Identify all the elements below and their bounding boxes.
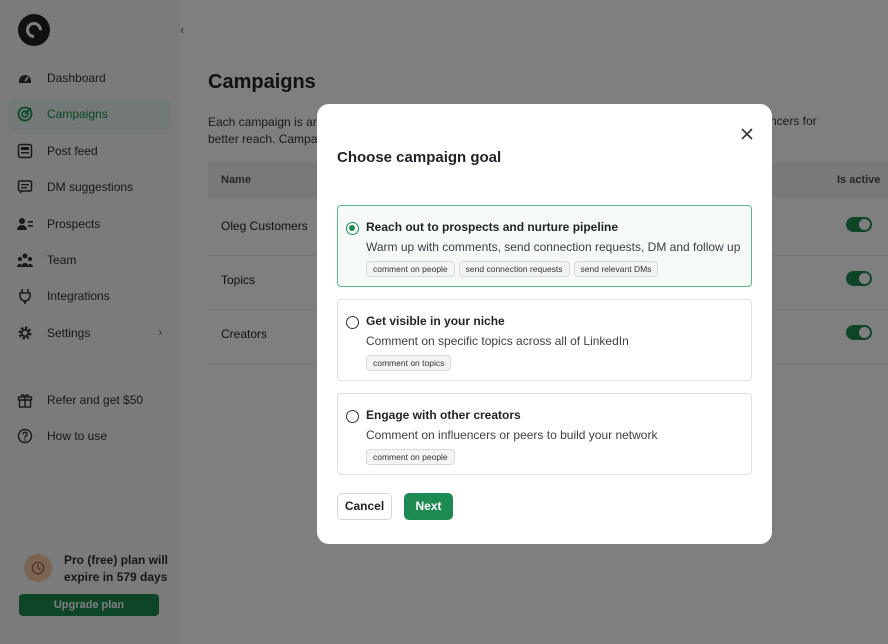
close-icon[interactable] <box>740 127 754 141</box>
radio-button[interactable] <box>346 316 359 329</box>
tag: send relevant DMs <box>573 261 659 277</box>
tag: comment on topics <box>366 355 452 371</box>
option-description: Warm up with comments, send connection r… <box>366 240 741 254</box>
option-description: Comment on specific topics across all of… <box>366 334 629 348</box>
dialog-title: Choose campaign goal <box>337 149 502 166</box>
tag: comment on people <box>366 449 455 465</box>
tag: comment on people <box>366 261 455 277</box>
goal-option-reach-out[interactable]: Reach out to prospects and nurture pipel… <box>337 205 752 287</box>
goal-option-engage-creators[interactable]: Engage with other creators Comment on in… <box>337 393 752 475</box>
radio-button[interactable] <box>346 222 359 235</box>
option-description: Comment on influencers or peers to build… <box>366 428 658 442</box>
option-tags: comment on topics <box>366 355 452 371</box>
goal-option-get-visible[interactable]: Get visible in your niche Comment on spe… <box>337 299 752 381</box>
option-tags: comment on people <box>366 449 455 465</box>
radio-button[interactable] <box>346 410 359 423</box>
campaign-goal-dialog: Choose campaign goal Reach out to prospe… <box>317 104 772 544</box>
option-title: Reach out to prospects and nurture pipel… <box>366 220 619 234</box>
tag: send connection requests <box>458 261 570 277</box>
option-tags: comment on people send connection reques… <box>366 261 659 277</box>
next-button[interactable]: Next <box>404 493 453 520</box>
option-title: Engage with other creators <box>366 408 521 422</box>
option-title: Get visible in your niche <box>366 314 505 328</box>
cancel-button[interactable]: Cancel <box>337 493 392 520</box>
